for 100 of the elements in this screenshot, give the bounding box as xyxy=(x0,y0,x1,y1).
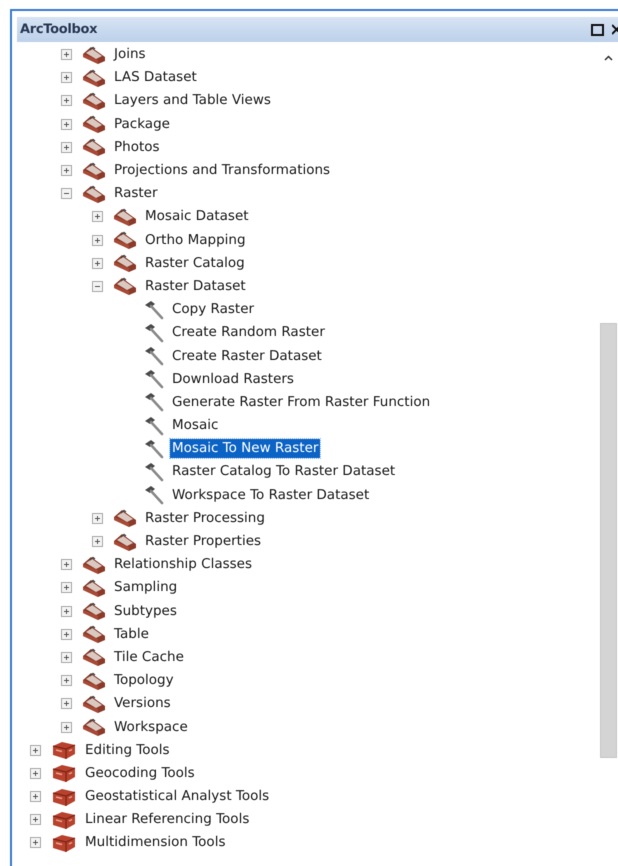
tree-item[interactable]: Multidimension Tools xyxy=(83,833,228,852)
toolset-icon xyxy=(81,694,107,714)
toolset-icon xyxy=(112,508,138,528)
expand-toggle[interactable] xyxy=(30,744,41,756)
scroll-up-icon[interactable] xyxy=(604,55,612,61)
hammer-icon xyxy=(143,392,165,412)
collapse-toggle[interactable] xyxy=(92,280,103,292)
tree-item[interactable]: Raster Dataset xyxy=(143,276,248,296)
expand-toggle[interactable] xyxy=(61,142,72,153)
expand-toggle[interactable] xyxy=(61,582,72,594)
expand-toggle[interactable] xyxy=(61,118,72,130)
expand-toggle[interactable] xyxy=(61,559,72,570)
expand-toggle[interactable] xyxy=(92,536,103,548)
hammer-icon xyxy=(143,300,165,320)
hammer-icon xyxy=(143,438,165,459)
tree-item[interactable]: Raster Processing xyxy=(143,508,267,528)
tree-item[interactable]: Mosaic xyxy=(170,416,220,436)
expand-toggle[interactable] xyxy=(30,837,41,848)
toolset-icon xyxy=(81,717,107,738)
expand-toggle[interactable] xyxy=(61,606,72,617)
expand-toggle[interactable] xyxy=(30,768,41,779)
tree-item[interactable]: Workspace To Raster Dataset xyxy=(170,486,372,505)
tree-item[interactable]: Versions xyxy=(112,694,173,714)
toolset-icon xyxy=(112,276,138,296)
tree-item[interactable]: Editing Tools xyxy=(83,740,172,760)
expand-toggle[interactable] xyxy=(61,165,72,176)
tree-item[interactable]: Ortho Mapping xyxy=(143,230,248,250)
toolset-icon xyxy=(112,206,138,227)
toolset-icon xyxy=(81,160,107,181)
toolset-icon xyxy=(81,114,107,134)
tree-item[interactable]: Projections and Transformations xyxy=(112,161,332,180)
expand-toggle[interactable] xyxy=(92,258,103,269)
tree-item[interactable]: Raster Catalog To Raster Dataset xyxy=(170,462,398,482)
hammer-icon xyxy=(143,322,165,343)
toolset-icon xyxy=(81,601,107,622)
tree-item[interactable]: Download Rasters xyxy=(170,370,296,389)
expand-toggle[interactable] xyxy=(61,72,72,84)
tree-item[interactable]: Create Raster Dataset xyxy=(170,346,324,366)
toolset-icon xyxy=(112,532,138,552)
expand-toggle[interactable] xyxy=(92,211,103,222)
toolset-icon xyxy=(81,554,107,575)
toolset-icon xyxy=(81,624,107,644)
toolset-icon xyxy=(81,68,107,88)
tree-item[interactable]: Table xyxy=(112,624,151,644)
tree-item[interactable]: Tile Cache xyxy=(112,648,186,667)
hammer-icon xyxy=(143,416,165,436)
expand-toggle[interactable] xyxy=(30,791,41,802)
toolset-icon xyxy=(81,578,107,598)
toolbox-icon xyxy=(50,786,78,807)
toolset-icon xyxy=(81,137,107,158)
toolbox-icon xyxy=(50,810,78,830)
tree-item[interactable]: LAS Dataset xyxy=(112,68,199,88)
tree-item[interactable]: Mosaic To New Raster xyxy=(170,439,320,458)
expand-toggle[interactable] xyxy=(61,675,72,686)
scrollbar-thumb[interactable] xyxy=(600,323,616,758)
expand-toggle[interactable] xyxy=(61,95,72,106)
toolset-icon xyxy=(81,44,107,65)
tree-item[interactable]: Workspace xyxy=(112,718,190,737)
expand-toggle[interactable] xyxy=(92,512,103,524)
tree-item[interactable]: Mosaic Dataset xyxy=(143,207,251,226)
toolbox-icon xyxy=(50,740,78,760)
tree-item[interactable]: Geocoding Tools xyxy=(83,764,197,783)
hammer-icon xyxy=(143,485,165,506)
toolset-icon xyxy=(81,184,107,204)
hammer-icon xyxy=(143,462,165,482)
expand-toggle[interactable] xyxy=(61,698,72,710)
toolset-icon xyxy=(81,670,107,691)
maximize-icon[interactable] xyxy=(591,24,604,36)
expand-toggle[interactable] xyxy=(61,722,72,733)
tree-item[interactable]: Linear Referencing Tools xyxy=(83,810,252,830)
collapse-toggle[interactable] xyxy=(61,188,72,200)
tree-item[interactable]: Joins xyxy=(112,45,148,64)
tree-item[interactable]: Raster Properties xyxy=(143,532,264,552)
close-icon[interactable] xyxy=(612,24,618,35)
toolbox-icon xyxy=(50,763,78,784)
tree-item[interactable]: Topology xyxy=(112,671,176,690)
tree-item[interactable]: Subtypes xyxy=(112,602,179,621)
toolset-icon xyxy=(112,253,138,274)
tree-item[interactable]: Geostatistical Analyst Tools xyxy=(83,787,272,806)
toolbox-icon xyxy=(50,832,78,853)
expand-toggle[interactable] xyxy=(92,234,103,246)
hammer-icon xyxy=(143,369,165,390)
expand-toggle[interactable] xyxy=(61,49,72,60)
tree-item[interactable]: Generate Raster From Raster Function xyxy=(170,392,432,412)
tree-item[interactable]: Layers and Table Views xyxy=(112,91,273,110)
expand-toggle[interactable] xyxy=(61,652,72,663)
tree-item[interactable]: Create Random Raster xyxy=(170,323,327,342)
tree-item[interactable]: Relationship Classes xyxy=(112,555,254,574)
tree-item[interactable]: Package xyxy=(112,114,172,134)
toolset-icon xyxy=(112,230,138,250)
hammer-icon xyxy=(143,346,165,366)
window-title: ArcToolbox xyxy=(20,20,98,39)
tree-item[interactable]: Photos xyxy=(112,138,162,157)
tree-item[interactable]: Copy Raster xyxy=(170,300,256,320)
toolset-icon xyxy=(81,90,107,111)
tree-item[interactable]: Raster Catalog xyxy=(143,254,247,273)
expand-toggle[interactable] xyxy=(61,628,72,640)
tree-item[interactable]: Raster xyxy=(112,184,160,204)
expand-toggle[interactable] xyxy=(30,814,41,826)
tree-item[interactable]: Sampling xyxy=(112,578,180,598)
